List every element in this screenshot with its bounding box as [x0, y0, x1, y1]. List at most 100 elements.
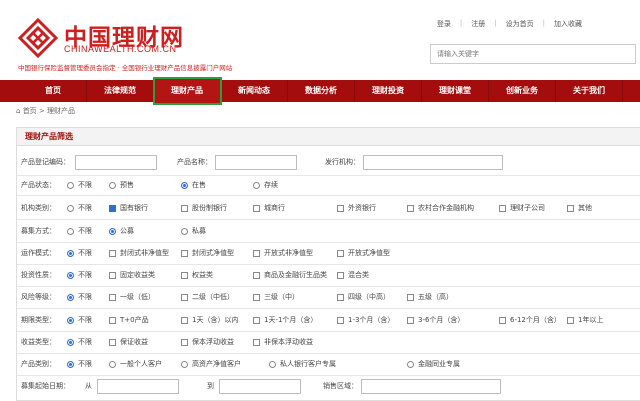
- radio-button[interactable]: [181, 227, 188, 235]
- radio-button[interactable]: [181, 181, 188, 189]
- checkbox[interactable]: [109, 249, 116, 257]
- checkbox[interactable]: [109, 338, 116, 346]
- checkbox[interactable]: [109, 271, 116, 279]
- name-input[interactable]: [215, 154, 297, 170]
- checkbox[interactable]: [253, 316, 260, 324]
- term-option-6m[interactable]: 3-6个月（含）: [407, 315, 464, 325]
- add-favorite-link[interactable]: 加入收藏: [554, 19, 582, 29]
- radio-button[interactable]: [253, 181, 260, 189]
- radio-button[interactable]: [67, 227, 74, 235]
- nav-about[interactable]: 关于我们: [556, 80, 623, 102]
- checkbox[interactable]: [181, 338, 188, 346]
- radio-button[interactable]: [67, 338, 74, 346]
- institution-option-foreign[interactable]: 外资银行: [337, 203, 376, 213]
- radio-button[interactable]: [67, 204, 74, 212]
- risk-option-2[interactable]: 二级（中低）: [181, 292, 234, 302]
- checkbox[interactable]: [253, 338, 260, 346]
- checkbox[interactable]: [567, 204, 574, 212]
- code-input[interactable]: [75, 154, 157, 170]
- operation-option-closed-nonnav[interactable]: 封闭式非净值型: [109, 248, 169, 258]
- invest-option-fixed[interactable]: 固定收益类: [109, 270, 155, 280]
- radio-button[interactable]: [67, 360, 74, 368]
- radio-button[interactable]: [407, 360, 414, 368]
- term-option-1y[interactable]: 1年以上: [567, 315, 603, 325]
- invest-option-any[interactable]: 不限: [67, 270, 92, 280]
- status-option-presale[interactable]: 预售: [109, 180, 134, 190]
- customer-option-any[interactable]: 不限: [67, 359, 92, 369]
- term-option-3m[interactable]: 1-3个月（含）: [337, 315, 394, 325]
- invest-option-equity[interactable]: 权益类: [181, 270, 213, 280]
- radio-button[interactable]: [181, 360, 188, 368]
- checkbox[interactable]: [337, 249, 344, 257]
- nav-laws[interactable]: 法律规范: [87, 80, 154, 102]
- radio-button[interactable]: [67, 293, 74, 301]
- checkbox[interactable]: [337, 316, 344, 324]
- date-from-input[interactable]: [97, 378, 179, 394]
- income-option-nonprincipal[interactable]: 非保本浮动收益: [253, 337, 313, 347]
- operation-option-closed-nav[interactable]: 封闭式净值型: [181, 248, 234, 258]
- checkbox[interactable]: [181, 293, 188, 301]
- income-option-any[interactable]: 不限: [67, 337, 92, 347]
- checkbox[interactable]: [499, 204, 506, 212]
- nav-news[interactable]: 新闻动态: [221, 80, 288, 102]
- checkbox[interactable]: [337, 293, 344, 301]
- radio-button[interactable]: [67, 181, 74, 189]
- operation-option-open-nav[interactable]: 开放式净值型: [337, 248, 390, 258]
- customer-option-general[interactable]: 一般个人客户: [109, 359, 162, 369]
- income-option-guaranteed[interactable]: 保证收益: [109, 337, 148, 347]
- nav-class[interactable]: 理财课堂: [422, 80, 489, 102]
- radio-button[interactable]: [109, 181, 116, 189]
- checkbox[interactable]: [567, 316, 574, 324]
- checkbox[interactable]: [499, 316, 506, 324]
- breadcrumb-home[interactable]: 首页: [23, 107, 37, 115]
- status-option-onsale[interactable]: 在售: [181, 180, 206, 190]
- institution-option-subsidiary[interactable]: 理财子公司: [499, 203, 545, 213]
- term-option-12m[interactable]: 6-12个月（含）: [499, 315, 561, 325]
- radio-button[interactable]: [109, 360, 116, 368]
- checkbox[interactable]: [337, 204, 344, 212]
- radio-button[interactable]: [109, 227, 116, 235]
- invest-option-mixed[interactable]: 混合类: [337, 270, 369, 280]
- checkbox[interactable]: [253, 204, 260, 212]
- risk-option-any[interactable]: 不限: [67, 292, 92, 302]
- invest-option-commodity[interactable]: 商品及金融衍生品类: [253, 270, 327, 280]
- checkbox[interactable]: [109, 316, 116, 324]
- institution-option-state[interactable]: 国有银行: [109, 203, 148, 213]
- risk-option-5[interactable]: 五级（高）: [407, 292, 453, 302]
- customer-option-hnw[interactable]: 高资产净值客户: [181, 359, 241, 369]
- checkbox[interactable]: [109, 204, 116, 212]
- term-option-any[interactable]: 不限: [67, 315, 92, 325]
- search-input[interactable]: [430, 44, 636, 64]
- nav-innovation[interactable]: 创新业务: [489, 80, 556, 102]
- nav-data[interactable]: 数据分析: [288, 80, 355, 102]
- login-link[interactable]: 登录: [437, 19, 451, 29]
- operation-option-open-nonnav[interactable]: 开放式非净值型: [253, 248, 313, 258]
- risk-option-4[interactable]: 四级（中高）: [337, 292, 390, 302]
- nav-home[interactable]: 首页: [20, 80, 87, 102]
- institution-option-joint[interactable]: 股份制银行: [181, 203, 227, 213]
- region-input[interactable]: [361, 378, 501, 394]
- status-option-existing[interactable]: 存续: [253, 180, 278, 190]
- risk-option-3[interactable]: 三级（中）: [253, 292, 299, 302]
- nav-invest[interactable]: 理财投资: [355, 80, 422, 102]
- institution-option-any[interactable]: 不限: [67, 203, 92, 213]
- raise-option-any[interactable]: 不限: [67, 226, 92, 236]
- radio-button[interactable]: [269, 360, 276, 368]
- date-to-input[interactable]: [219, 378, 301, 394]
- checkbox[interactable]: [181, 249, 188, 257]
- institution-option-city[interactable]: 城商行: [253, 203, 285, 213]
- customer-option-private[interactable]: 私人银行客户专属: [269, 359, 336, 369]
- checkbox[interactable]: [253, 249, 260, 257]
- raise-option-public[interactable]: 公募: [109, 226, 134, 236]
- checkbox[interactable]: [407, 316, 414, 324]
- customer-option-interbank[interactable]: 金融同业专属: [407, 359, 460, 369]
- checkbox[interactable]: [337, 271, 344, 279]
- issuer-input[interactable]: [363, 154, 503, 170]
- site-logo-icon[interactable]: [18, 18, 58, 58]
- term-option-t0[interactable]: T+0产品: [109, 315, 149, 325]
- operation-option-any[interactable]: 不限: [67, 248, 92, 258]
- institution-option-other[interactable]: 其他: [567, 203, 592, 213]
- raise-option-private[interactable]: 私募: [181, 226, 206, 236]
- status-option-any[interactable]: 不限: [67, 180, 92, 190]
- radio-button[interactable]: [67, 316, 74, 324]
